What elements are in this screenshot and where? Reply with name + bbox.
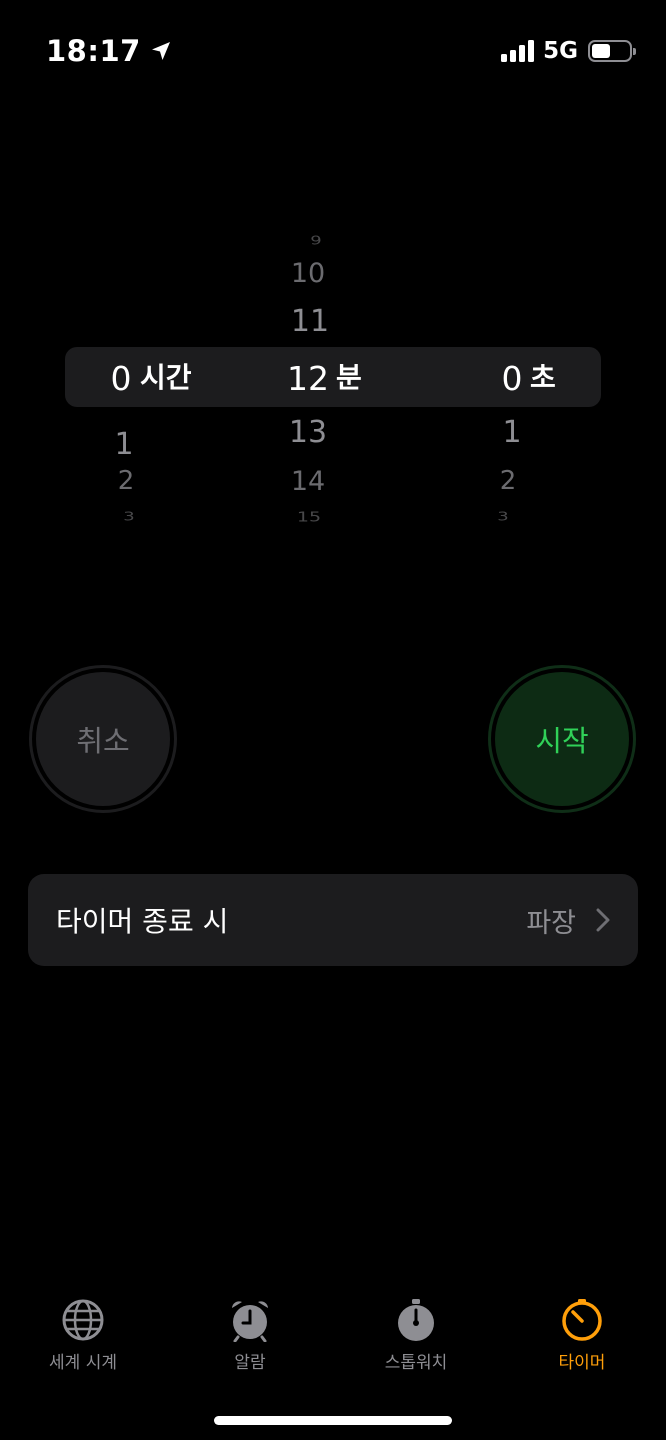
stopwatch-icon: [398, 1299, 434, 1341]
seconds-option[interactable]: 1: [502, 418, 521, 448]
hours-selected[interactable]: 0: [111, 362, 132, 395]
tab-label: 세계 시계: [49, 1353, 117, 1373]
cellular-signal-icon: [501, 40, 537, 62]
tab-world-clock[interactable]: 세계 시계: [3, 1298, 163, 1373]
timer-icon: [562, 1299, 602, 1341]
hours-option[interactable]: 2: [118, 468, 135, 494]
minutes-unit-label: 분: [336, 361, 362, 394]
battery-level: [592, 44, 610, 58]
status-indicators: 5G: [501, 38, 636, 64]
hours-unit-label: 시간: [140, 361, 192, 394]
tab-label: 타이머: [558, 1353, 606, 1373]
network-type: 5G: [543, 38, 578, 64]
tab-stopwatch[interactable]: 스톱워치: [336, 1298, 496, 1373]
battery-icon: [588, 40, 636, 62]
status-time: 18:17: [46, 34, 173, 68]
tab-alarm[interactable]: 알람: [170, 1298, 330, 1373]
location-arrow-icon: [151, 42, 170, 60]
seconds-option[interactable]: 3: [497, 510, 508, 524]
when-timer-ends-row[interactable]: 타이머 종료 시 파장: [28, 874, 638, 966]
cancel-button-face[interactable]: 취소: [36, 672, 170, 806]
minutes-option[interactable]: 9: [310, 234, 321, 248]
sound-name: 파장: [526, 907, 576, 939]
minutes-option[interactable]: 13: [289, 418, 327, 448]
globe-icon: [62, 1299, 104, 1341]
minutes-option[interactable]: 15: [297, 510, 321, 524]
minutes-option[interactable]: 11: [291, 307, 329, 337]
start-button[interactable]: 시작: [488, 665, 636, 813]
seconds-selected[interactable]: 0: [502, 362, 523, 395]
home-indicator[interactable]: [214, 1416, 452, 1425]
when-timer-ends-label: 타이머 종료 시: [56, 905, 229, 938]
start-button-label: 시작: [535, 724, 589, 758]
tab-label: 알람: [234, 1353, 266, 1373]
sound-selection: 파장: [526, 901, 610, 940]
tab-label: 스톱워치: [384, 1353, 448, 1373]
seconds-unit-label: 초: [530, 361, 556, 394]
minutes-option[interactable]: 10: [291, 260, 325, 287]
clock-text: 18:17: [46, 34, 141, 68]
seconds-option[interactable]: 2: [500, 468, 517, 494]
cancel-button-label: 취소: [76, 724, 130, 758]
timer-picker[interactable]: 1 2 3 0 시간 9 10 11 12 분 13 14 15 1 2 3 0…: [0, 210, 666, 540]
alarm-clock-icon: [232, 1301, 268, 1342]
minutes-selected[interactable]: 12: [287, 362, 329, 395]
cancel-button[interactable]: 취소: [29, 665, 177, 813]
tab-bar: 세계 시계 알람 스톱워치 타이머: [0, 1298, 666, 1388]
chevron-right-icon: [596, 908, 610, 932]
start-button-face[interactable]: 시작: [495, 672, 629, 806]
tab-timer[interactable]: 타이머: [502, 1298, 662, 1373]
minutes-option[interactable]: 14: [291, 468, 325, 495]
hours-option[interactable]: 1: [114, 430, 133, 460]
hours-option[interactable]: 3: [123, 510, 134, 524]
